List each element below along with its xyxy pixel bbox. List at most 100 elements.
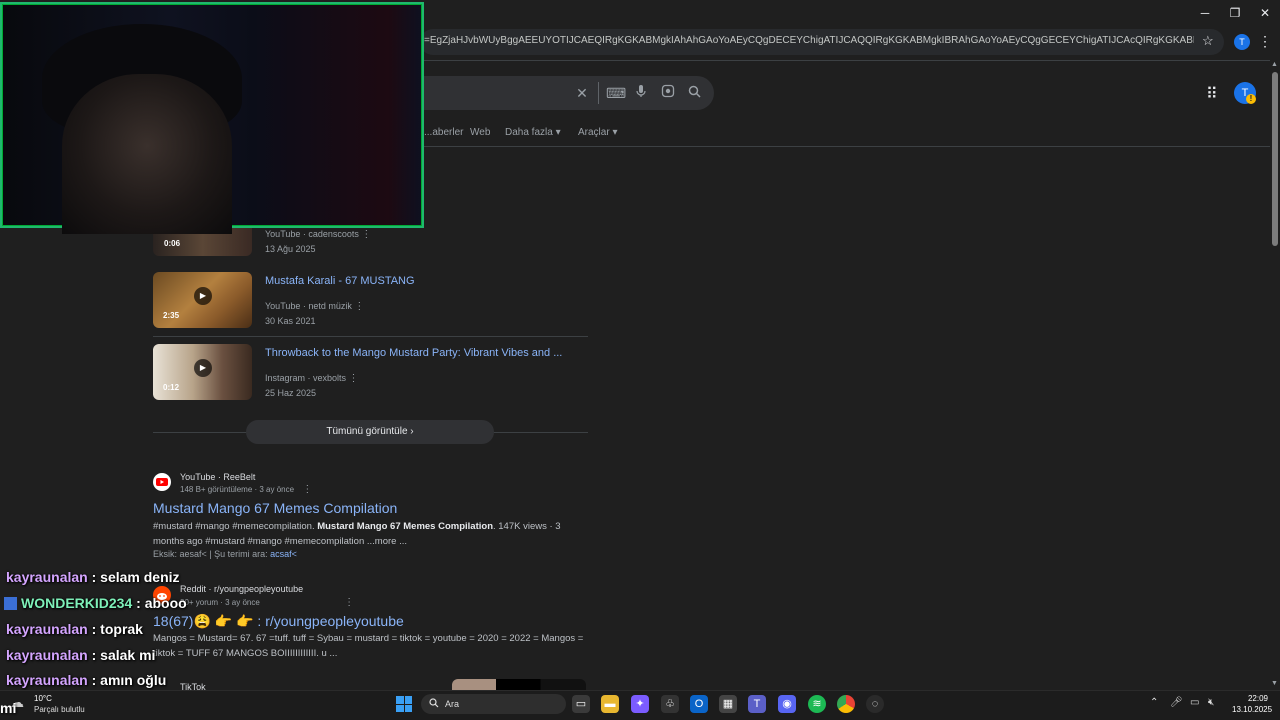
result-site-name: YouTube · ReeBelt — [180, 472, 256, 482]
search-divider — [598, 82, 599, 104]
video-source-text: YouTube · cadenscoots — [265, 229, 359, 239]
search-icon — [429, 698, 439, 710]
more-options-icon[interactable]: ⋮ — [354, 301, 364, 312]
webcam-person-face — [62, 74, 232, 234]
file-explorer-icon[interactable]: ▬ — [601, 695, 619, 713]
tab-more-label: Daha fazla — [505, 127, 553, 138]
account-warning-badge: ! — [1246, 94, 1256, 104]
result-title[interactable]: 18(67)😩 👉 👉 : r/youngpeopleyoutube — [153, 613, 404, 630]
start-button[interactable] — [396, 696, 412, 712]
copilot-icon[interactable]: ✦ — [631, 695, 649, 713]
app-icon[interactable]: ♧ — [661, 695, 679, 713]
tab-more[interactable]: Daha fazla ▾ — [505, 127, 561, 138]
minimize-button[interactable]: ─ — [1188, 4, 1222, 22]
more-options-icon[interactable]: ⋮ — [361, 229, 371, 240]
chat-overflow-text: mi — [0, 700, 17, 716]
maximize-button[interactable]: ❐ — [1218, 4, 1252, 22]
video-title[interactable]: Mustafa Karali - 67 MUSTANG — [265, 275, 415, 287]
video-thumbnail[interactable]: ▶ 2:35 — [153, 272, 252, 328]
spotify-icon[interactable]: ≋ — [808, 695, 826, 713]
result-site-name: Reddit · r/youngpeopleyoutube — [180, 584, 304, 594]
play-icon: ▶ — [194, 287, 212, 305]
system-clock[interactable]: 22:09 13.10.2025 — [1232, 693, 1273, 715]
weather-description[interactable]: Parçalı bulutlu — [34, 705, 85, 714]
chat-text: abooo — [144, 595, 187, 611]
scroll-thumb[interactable] — [1272, 72, 1278, 246]
chat-username: kayraunalan — [6, 672, 88, 688]
video-source: Instagram · vexbolts ⋮ — [265, 373, 359, 384]
show-hidden-icons-icon[interactable]: ⌃ — [1150, 697, 1158, 708]
snippet-highlight: Mustard Mango 67 Memes Compilation — [317, 521, 493, 532]
store-icon[interactable]: ▦ — [719, 695, 737, 713]
view-all-videos-button[interactable]: Tümünü görüntüle › — [246, 420, 494, 444]
clock-date: 13.10.2025 — [1232, 705, 1273, 714]
video-source-text: YouTube · netd müzik — [265, 301, 352, 311]
close-window-button[interactable]: ✕ — [1248, 4, 1280, 22]
chat-username: kayraunalan — [6, 647, 88, 663]
more-options-icon[interactable]: ⋮ — [349, 373, 359, 384]
chat-text: toprak — [100, 621, 143, 637]
keyboard-icon[interactable]: ⌨ — [606, 84, 626, 102]
tab-tools[interactable]: Araçlar ▾ — [578, 127, 618, 138]
chrome-icon[interactable] — [837, 695, 855, 713]
chat-username: kayraunalan — [6, 621, 88, 637]
browser-menu-icon[interactable]: ⋮ — [1258, 33, 1272, 50]
result-meta: 148 B+ görüntüleme · 3 ay önce ⋮ — [180, 484, 312, 495]
bookmark-star-icon[interactable]: ☆ — [1202, 33, 1214, 49]
result-snippet: Mangos = Mustard= 67. 67 =tuff. tuff = S… — [153, 633, 584, 659]
google-apps-icon[interactable]: ⠿ — [1206, 84, 1218, 104]
more-options-icon[interactable]: ⋮ — [344, 597, 354, 608]
taskbar-search[interactable]: Ara — [421, 694, 566, 714]
weather-temperature[interactable]: 10°C — [34, 694, 52, 703]
task-view-icon[interactable]: ▭ — [572, 695, 590, 713]
search-term-link[interactable]: acsaf< — [270, 549, 297, 559]
video-thumbnail[interactable]: ▶ 0:12 — [153, 344, 252, 400]
teams-icon[interactable]: T — [748, 695, 766, 713]
voice-search-icon[interactable] — [632, 84, 650, 102]
url-text[interactable]: =EgZjaHJvbWUyBggAEEUYOTIJCAEQIRgKGKABMgk… — [424, 35, 1194, 46]
video-source: YouTube · netd müzik ⋮ — [265, 301, 364, 312]
microphone-icon[interactable]: 🎤︎ — [1170, 697, 1183, 708]
scroll-down-arrow-icon[interactable]: ▼ — [1271, 680, 1278, 687]
chat-text: selam deniz — [100, 569, 180, 585]
chat-text: salak mi — [100, 647, 156, 663]
chevron-down-icon: ▾ — [612, 127, 618, 138]
lens-search-icon[interactable] — [659, 84, 677, 102]
chat-message: WONDERKID234 : abooo — [4, 595, 187, 611]
network-icon[interactable]: ▭ — [1190, 697, 1199, 708]
video-source-text: Instagram · vexbolts — [265, 373, 347, 383]
snippet-text: #mustard #mango #memecompilation. — [153, 521, 318, 532]
video-title[interactable]: Throwback to the Mango Mustard Party: Vi… — [265, 347, 562, 359]
video-date: 30 Kas 2021 — [265, 316, 316, 326]
chat-username: WONDERKID234 — [21, 595, 133, 611]
result-thumbnail[interactable] — [452, 679, 586, 690]
browser-profile-avatar[interactable]: T — [1234, 34, 1250, 50]
tab-news[interactable]: ...aberler — [424, 127, 463, 138]
more-options-icon[interactable]: ⋮ — [302, 484, 312, 495]
app-icon[interactable]: ◌ — [866, 695, 884, 713]
result-meta-text: 148 B+ görüntüleme · 3 ay önce — [180, 485, 295, 494]
outlook-icon[interactable]: O — [690, 695, 708, 713]
result-title[interactable]: Mustard Mango 67 Memes Compilation — [153, 500, 397, 516]
clock-time: 22:09 — [1247, 694, 1268, 703]
search-icon[interactable] — [685, 84, 703, 102]
chat-message: kayraunalan : salak mi — [6, 647, 156, 663]
missing-terms: Eksik: aesaf< | Şu terimi ara: acsaf< — [153, 549, 297, 559]
chat-text: amın oğlu — [100, 672, 167, 688]
scroll-up-arrow-icon[interactable]: ▲ — [1271, 61, 1278, 68]
chevron-down-icon: ▾ — [555, 127, 561, 138]
clear-search-icon[interactable]: ✕ — [573, 84, 591, 102]
discord-icon[interactable]: ◉ — [778, 695, 796, 713]
chat-message: kayraunalan : toprak — [6, 621, 143, 637]
chat-username: kayraunalan — [6, 569, 88, 585]
view-all-label: Tümünü görüntüle — [326, 426, 408, 437]
missing-terms-label: Eksik: aesaf< | Şu terimi ara: — [153, 549, 268, 559]
result-meta: 30+ yorum · 3 ay önce ⋮ — [180, 597, 354, 608]
chevron-right-icon: › — [410, 426, 414, 437]
play-icon: ▶ — [194, 359, 212, 377]
volume-muted-icon[interactable]: 🔇︎ — [1208, 697, 1214, 708]
taskbar-search-placeholder: Ara — [445, 699, 460, 709]
video-duration: 2:35 — [163, 311, 180, 320]
video-duration: 0:12 — [163, 383, 180, 392]
tab-web[interactable]: Web — [470, 127, 490, 138]
